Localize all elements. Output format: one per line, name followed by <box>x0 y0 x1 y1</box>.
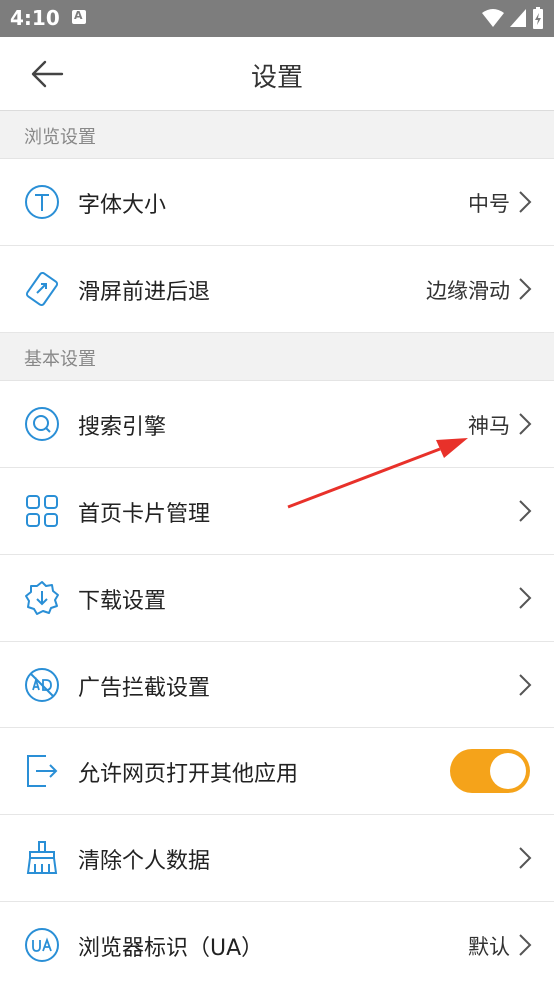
setting-value: 中号 <box>468 192 510 216</box>
status-time: 4:10 <box>10 6 60 30</box>
wifi-icon <box>482 9 504 27</box>
setting-label: 搜索引擎 <box>78 415 167 440</box>
notification-icon <box>72 9 86 24</box>
status-bar: 4:10 <box>0 0 554 37</box>
chevron-right-icon <box>519 674 532 696</box>
chevron-right-icon <box>519 934 532 956</box>
top-bar: 设置 <box>0 37 554 111</box>
chevron-right-icon <box>519 587 532 609</box>
toggle-knob <box>490 753 526 789</box>
setting-label: 滑屏前进后退 <box>78 280 211 305</box>
status-icons <box>482 7 544 29</box>
setting-label: 下载设置 <box>78 589 167 614</box>
ad-block-icon <box>25 668 59 702</box>
setting-label: 首页卡片管理 <box>78 502 211 527</box>
search-icon <box>25 407 59 441</box>
chevron-right-icon <box>519 191 532 213</box>
setting-clear-data[interactable]: 清除个人数据 <box>0 815 554 902</box>
section-header-browse: 浏览设置 <box>0 111 554 159</box>
setting-label: 字体大小 <box>78 193 167 218</box>
setting-label: 清除个人数据 <box>78 849 211 874</box>
section-label: 基本设置 <box>24 349 96 370</box>
setting-value: 神马 <box>468 414 510 438</box>
setting-swipe-navigation[interactable]: 滑屏前进后退 边缘滑动 <box>0 246 554 333</box>
section-header-basic: 基本设置 <box>0 333 554 381</box>
font-size-icon <box>25 185 59 219</box>
download-gear-icon <box>25 581 59 615</box>
setting-font-size[interactable]: 字体大小 中号 <box>0 159 554 246</box>
setting-open-other-apps[interactable]: 允许网页打开其他应用 <box>0 728 554 815</box>
broom-icon <box>26 841 58 874</box>
setting-value: 边缘滑动 <box>426 279 510 303</box>
signal-icon <box>510 9 526 27</box>
setting-ad-block[interactable]: 广告拦截设置 <box>0 642 554 728</box>
setting-value: 默认 <box>468 935 510 959</box>
setting-search-engine[interactable]: 搜索引擎 神马 <box>0 381 554 468</box>
swipe-icon <box>25 271 59 307</box>
ua-icon <box>25 928 59 962</box>
battery-icon <box>533 7 543 29</box>
chevron-right-icon <box>519 847 532 869</box>
chevron-right-icon <box>519 500 532 522</box>
setting-download[interactable]: 下载设置 <box>0 555 554 642</box>
setting-label: 广告拦截设置 <box>78 676 211 701</box>
section-label: 浏览设置 <box>24 127 96 148</box>
page-title: 设置 <box>250 63 303 93</box>
open-apps-toggle[interactable] <box>450 749 530 793</box>
grid-icon <box>26 495 58 527</box>
open-app-icon <box>27 755 58 787</box>
chevron-right-icon <box>519 278 532 300</box>
setting-home-cards[interactable]: 首页卡片管理 <box>0 468 554 555</box>
setting-user-agent[interactable]: 浏览器标识（UA） 默认 <box>0 902 554 988</box>
setting-label: 浏览器标识（UA） <box>78 936 264 961</box>
chevron-right-icon <box>519 413 532 435</box>
setting-label: 允许网页打开其他应用 <box>78 762 299 787</box>
